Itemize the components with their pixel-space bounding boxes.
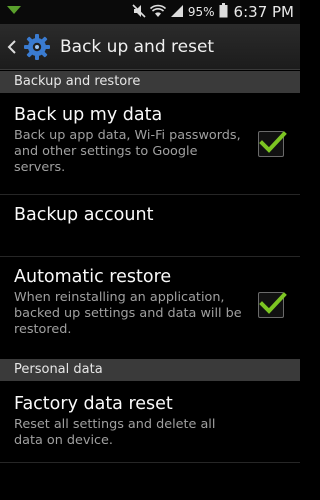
- pref-title: Automatic restore: [14, 267, 172, 287]
- gear-icon[interactable]: [22, 32, 52, 62]
- pref-title: Back up my data: [14, 105, 163, 125]
- download-notification-icon: [6, 4, 22, 23]
- section-header-backup-restore: Backup and restore: [0, 71, 300, 93]
- status-bar: 95% 6:37 PM: [0, 0, 300, 24]
- checkmark-icon: [259, 292, 287, 314]
- back-chevron-icon[interactable]: [4, 24, 20, 70]
- pref-title: Backup account: [14, 205, 154, 225]
- section-header-personal-data: Personal data: [0, 359, 300, 381]
- pref-title: Factory data reset: [14, 394, 173, 414]
- mute-icon: [132, 3, 146, 22]
- divider: [0, 194, 300, 195]
- pref-summary: Reset all settings and delete all data o…: [14, 417, 216, 448]
- pref-automatic-restore[interactable]: Automatic restore When reinstalling an a…: [0, 266, 300, 338]
- divider: [0, 462, 300, 463]
- pref-factory-data-reset[interactable]: Factory data reset Reset all settings an…: [0, 393, 300, 449]
- pref-back-up-my-data[interactable]: Back up my data Back up app data, Wi-Fi …: [0, 104, 300, 176]
- checkmark-icon: [259, 131, 287, 153]
- page-title: Back up and reset: [60, 36, 215, 57]
- pref-summary: When reinstalling an application, backed…: [14, 290, 242, 337]
- pref-summary: Back up app data, Wi-Fi passwords, and o…: [14, 128, 241, 175]
- signal-icon: [170, 3, 184, 22]
- battery-percent: 95%: [187, 5, 215, 19]
- divider: [0, 256, 300, 257]
- wifi-icon: [149, 3, 166, 22]
- action-bar: Back up and reset: [0, 24, 300, 70]
- battery-icon: [219, 2, 228, 22]
- status-clock: 6:37 PM: [233, 3, 294, 21]
- back-up-my-data-checkbox[interactable]: [258, 131, 287, 157]
- pref-backup-account[interactable]: Backup account: [0, 204, 300, 254]
- automatic-restore-checkbox[interactable]: [258, 292, 287, 318]
